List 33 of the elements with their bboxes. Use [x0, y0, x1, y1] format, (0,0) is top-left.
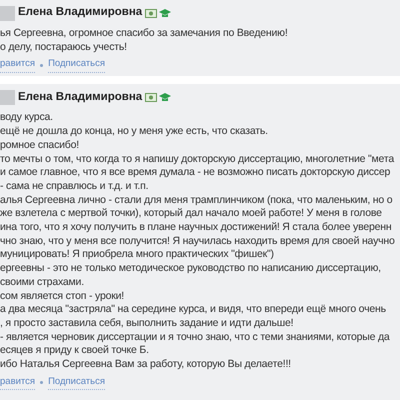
comment-text-line: ромное спасибо! [0, 138, 80, 152]
comment-text-line: сом является стоп - уроки! [0, 290, 125, 304]
avatar-placeholder [0, 90, 15, 105]
comment-text-line: ергеевны - это не только методическое руководство по написанию диссертацию, [0, 262, 382, 276]
comment-text-line: о делу, постараюсь учесть! [0, 40, 128, 54]
comment-text-line: то мечты о том, что когда то я напишу докторскую диссертацию, многолетние "мета [0, 152, 396, 166]
comment-text-line: муницировать! Я приобрела много практических "фишек") [0, 248, 275, 262]
banknote-icon [145, 92, 158, 102]
comment-text-line: своими страхами. [0, 276, 85, 290]
comment-text-line: и самое главное, что я все время думала - не возможно писать докторскую диссер [0, 166, 392, 180]
comment-text-line: ибо Наталья Сергеевна Вам за работу, которую Вы делаете!!! [0, 358, 292, 372]
comment-text-line: же взлетела с мертвой точки), который дал начало моей работе! У меня в голове [0, 207, 383, 222]
action-link[interactable]: равится [0, 57, 36, 73]
comment-text-line: воду курса. [0, 111, 54, 126]
avatar-placeholder [0, 6, 15, 20]
author-name[interactable]: Елена Владимировна [18, 88, 142, 106]
action-link[interactable]: равится [0, 374, 36, 390]
comment-text-line: ина того, что я хочу получить в плане научных достижений! Я стала более уверенн [0, 221, 392, 235]
graduation-cap-icon [159, 8, 172, 18]
comment-text-line: есяцев я приду к своей точке Б. [0, 344, 150, 358]
comment-text-line: алья Сергеевна лично - стали для меня трамплинчиком (пока, что маленьким, но о [0, 194, 394, 208]
author-name[interactable]: Елена Владимировна [18, 4, 142, 22]
action-link[interactable]: Подписаться [48, 57, 105, 73]
comment-text-line: - является черновик диссертации и я точно знаю, что с теми знаниями, которые да [0, 330, 391, 344]
comment-text-line: - сама не справлюсь и т.д. и т.п. [0, 180, 150, 194]
graduation-cap-icon [159, 92, 172, 102]
action-link[interactable]: Подписаться [48, 374, 105, 390]
comment-text-line: а два месяца "застряла" на середине курса, и видя, что впереди ещё много очень [0, 303, 387, 317]
comment-text-line: чно знаю, что у меня все получится! Я научилась находить время для своей научно [0, 234, 396, 248]
comment-text-line: ья Сергеевна, огромное спасибо за замечания по Введению! [0, 27, 289, 41]
banknote-icon [145, 8, 158, 18]
comment-text-line: , я просто заставила себя, выполнить задание и идти дальше! [0, 316, 294, 331]
comment-text-line: ещё не дошла до конца, но у меня уже есть, что сказать. [0, 125, 269, 139]
